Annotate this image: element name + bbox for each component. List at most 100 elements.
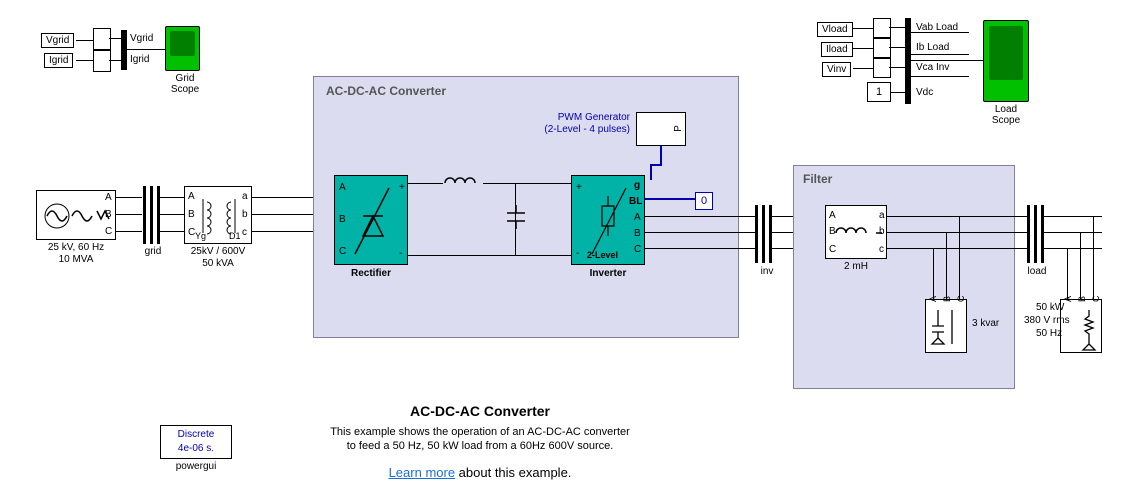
filter-ind-lbl: 2 mH xyxy=(825,261,887,272)
wire xyxy=(160,197,184,198)
source-block[interactable] xyxy=(36,190,116,240)
xfmr-sb: b xyxy=(242,209,248,220)
wire xyxy=(116,231,142,232)
const-zero[interactable]: 0 xyxy=(695,192,713,210)
filter-subsystem[interactable] xyxy=(793,165,1015,389)
iload-tag[interactable]: Iload xyxy=(821,42,853,57)
inductor-icon xyxy=(443,173,483,191)
wire xyxy=(853,48,873,49)
sel-vinv[interactable] xyxy=(873,58,891,78)
inv-bl: BL xyxy=(629,196,642,207)
grid-bus[interactable] xyxy=(143,186,146,244)
load-pC: C xyxy=(1091,296,1101,303)
wire xyxy=(109,60,121,61)
wire xyxy=(889,47,905,48)
selector-igrid[interactable] xyxy=(93,50,111,72)
wire xyxy=(116,197,142,198)
wire xyxy=(891,92,905,93)
inv-bus-lbl: inv xyxy=(752,266,782,277)
src-l1: 25 kV, 60 Hz xyxy=(36,242,116,253)
lm-l4: Vdc xyxy=(916,87,933,98)
conv-title: AC-DC-AC Converter xyxy=(326,84,446,98)
sel-iload[interactable] xyxy=(873,38,891,58)
vinv-tag[interactable]: Vinv xyxy=(822,62,851,77)
load-bus[interactable] xyxy=(1027,205,1030,263)
const-one[interactable]: 1 xyxy=(867,82,891,102)
wire xyxy=(76,60,93,61)
inv-bus-3 xyxy=(769,205,772,263)
wire xyxy=(887,248,1027,249)
grid-bus-3 xyxy=(157,186,160,244)
inv-bus-2 xyxy=(762,205,765,263)
inv-pA: A xyxy=(634,212,641,223)
xfmr-l1: 25kV / 600V xyxy=(184,246,252,257)
find-pB: B xyxy=(829,226,836,237)
wire xyxy=(645,232,755,233)
learn-more-link[interactable]: Learn more xyxy=(389,465,455,480)
grid-bus-2 xyxy=(150,186,153,244)
rect-pB: B xyxy=(339,214,346,225)
wire xyxy=(160,231,184,232)
rect-p+: + xyxy=(399,182,405,193)
load-pA: A xyxy=(1063,296,1073,302)
xfmr-sa: a xyxy=(242,191,248,202)
xfmr-pB: B xyxy=(188,209,195,220)
mux-load[interactable] xyxy=(905,18,911,104)
igrid-tag[interactable]: Igrid xyxy=(44,53,73,68)
wire xyxy=(887,232,1027,233)
pwm-l1: PWM Generator xyxy=(530,112,630,123)
rect-lbl: Rectifier xyxy=(334,268,408,279)
inv-pC: C xyxy=(634,244,641,255)
filter-ind-block[interactable]: A B C a b c xyxy=(825,205,887,259)
wire xyxy=(660,146,662,164)
lm-l2: Ib Load xyxy=(916,42,949,53)
rect-pC: C xyxy=(339,246,346,257)
footer-d2: to feed a 50 Hz, 50 kW load from a 60Hz … xyxy=(0,440,960,452)
load-icon xyxy=(1061,300,1103,354)
mux-lbl-igrid: Igrid xyxy=(130,54,149,65)
wire xyxy=(408,183,443,184)
wire xyxy=(853,28,873,29)
find-pC: C xyxy=(829,244,836,255)
wire xyxy=(911,76,969,77)
inv-bus[interactable] xyxy=(755,205,758,263)
xfmr-sc: c xyxy=(242,227,247,238)
pwm-block[interactable]: P xyxy=(636,112,686,146)
wire xyxy=(889,27,905,28)
grid-scope-label: Grid Scope xyxy=(165,73,205,95)
xfmr-pA: A xyxy=(188,191,195,202)
inv-p-: - xyxy=(576,248,579,259)
fcap-pC: C xyxy=(956,296,966,303)
xfmr-l2: 50 kVA xyxy=(184,258,252,269)
filter-cap-block[interactable]: A B C xyxy=(925,299,967,353)
wire xyxy=(1067,248,1068,299)
mux-grid[interactable] xyxy=(121,30,127,70)
wire xyxy=(645,248,755,249)
load-v2: 380 V rms xyxy=(1024,315,1070,326)
sel-vload[interactable] xyxy=(873,18,891,38)
load-block[interactable]: A B C xyxy=(1060,299,1102,353)
inverter-block[interactable]: + - g BL A B C 2-Level xyxy=(571,175,645,265)
transformer-block[interactable]: A B C a b c Yg D1 xyxy=(184,186,252,244)
pwm-pP: P xyxy=(673,125,684,132)
lm-l3: Vca Inv xyxy=(916,62,949,73)
load-scope[interactable] xyxy=(983,20,1029,102)
footer-after: about this example. xyxy=(455,465,571,480)
wire xyxy=(887,216,1027,217)
vgrid-tag[interactable]: Vgrid xyxy=(41,33,74,48)
selector-vgrid[interactable] xyxy=(93,28,111,50)
wire xyxy=(853,68,873,69)
wire xyxy=(160,214,184,215)
load-bus-3 xyxy=(1041,205,1044,263)
grid-scope[interactable] xyxy=(165,26,200,71)
vload-tag[interactable]: Vload xyxy=(817,22,853,37)
load-pB: B xyxy=(1077,296,1087,302)
find-sa: a xyxy=(879,210,885,221)
src-l2: 10 MVA xyxy=(36,254,116,265)
wire xyxy=(116,214,142,215)
load-v3: 50 Hz xyxy=(1036,328,1062,339)
wire xyxy=(1093,216,1094,299)
rectifier-block[interactable]: A B C + - xyxy=(334,175,408,265)
wire xyxy=(911,32,969,33)
src-pC: C xyxy=(105,226,112,237)
